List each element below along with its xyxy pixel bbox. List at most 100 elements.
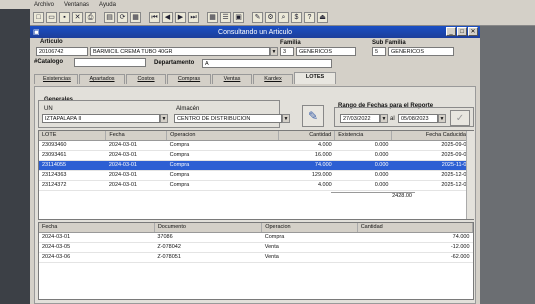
fecha-desde-field[interactable]: 27/03/2022 (340, 114, 380, 123)
delete-icon[interactable]: ✕ (72, 11, 83, 23)
detalle-row[interactable]: 2024-03-05 Z-078042 Venta -12.000 (39, 242, 473, 253)
col-fecha-caducidad[interactable]: Fecha Caducidad (391, 131, 473, 141)
window-icon: ▣ (33, 29, 40, 36)
menu-archivo[interactable]: Archivo (34, 2, 54, 8)
lote-row[interactable]: 23093461 2024-03-01 Compra 16.000 0.000 2025-… (39, 150, 473, 161)
caducidad-cell: 2025-09-01 (391, 140, 473, 151)
lote-row[interactable]: 23124372 2024-03-01 Compra 4.000 0.000 2025-1… (39, 180, 473, 191)
tab-kardex[interactable]: Kardex (253, 74, 293, 84)
existencia-cell: 0.000 (334, 170, 392, 181)
lote-row[interactable]: 23124363 2024-03-01 Compra 129.000 0.000 2025… (39, 170, 473, 181)
departamento-field[interactable]: A (202, 59, 332, 68)
detalle-row[interactable]: 2024-03-06 Z-078051 Venta -62.000 (39, 252, 473, 263)
lotes-table: LOTE Fecha Operacion Cantidad Existencia… (38, 130, 474, 220)
fecha-cell: 2024-03-01 (105, 160, 167, 171)
col-cantidad[interactable]: Cantidad (278, 131, 336, 141)
grid-icon[interactable]: ▦ (207, 11, 218, 23)
catalogo-field[interactable] (74, 58, 146, 67)
operacion-cell: Compra (166, 150, 279, 161)
familia-label: Familia (280, 40, 301, 46)
col-lote[interactable]: LOTE (39, 131, 107, 141)
det-fecha-cell: 2024-03-05 (39, 242, 155, 253)
subfamilia-name-field[interactable]: GENERICOS (388, 47, 454, 56)
det-documento-cell: Z-078042 (154, 242, 262, 253)
tab-costos[interactable]: Costos (126, 74, 166, 84)
calculator-icon[interactable]: ▦ (130, 11, 141, 23)
desktop-left-strip (0, 9, 30, 304)
menu-ventanas[interactable]: Ventanas (64, 2, 89, 8)
article-window: ▣ Consultando un Articulo _ □ ✕ Articulo… (30, 26, 480, 304)
tools-icon[interactable]: ⚙ (265, 11, 276, 23)
fecha-hasta-dropdown-icon[interactable]: ▼ (438, 114, 446, 123)
articulo-code-field[interactable]: 20106742 (36, 47, 88, 56)
next-record-icon[interactable]: ▶ (175, 11, 186, 23)
articulo-dropdown-icon[interactable]: ▼ (270, 47, 278, 56)
detalle-row[interactable]: 2024-03-01 37086 Compra 74.000 (39, 232, 473, 243)
toolbar: □ ▭ ▪ ✕ ⎙ ▤ ⟳ ▦ ⏮ ◀ ▶ ⏭ ▦ ☰ ▣ ✎ ⚙ ⌕ $ ? … (30, 9, 535, 26)
search-icon[interactable]: ⌕ (278, 11, 289, 23)
tab-compras[interactable]: Compras (167, 74, 211, 84)
col-det-cantidad[interactable]: Cantidad (357, 223, 473, 233)
caducidad-cell: 2025-12-01 (391, 180, 473, 191)
subfamilia-code-field[interactable]: 5 (372, 47, 386, 56)
det-fecha-cell: 2024-03-01 (39, 232, 155, 243)
almacen-dropdown-icon[interactable]: ▼ (282, 114, 290, 123)
new-icon[interactable]: □ (33, 11, 44, 23)
tab-ventas[interactable]: Ventas (212, 74, 252, 84)
save-icon[interactable]: ▪ (59, 11, 70, 23)
lote-row[interactable]: 23093460 2024-03-01 Compra 4.000 0.000 2025-0… (39, 140, 473, 151)
menu-ayuda[interactable]: Ayuda (99, 2, 116, 8)
col-det-fecha[interactable]: Fecha (39, 223, 155, 233)
form-icon[interactable]: ▣ (233, 11, 244, 23)
fecha-hasta-field[interactable]: 05/08/2023 (398, 114, 438, 123)
tab-existencias[interactable]: Existencias (34, 74, 78, 84)
fecha-desde-dropdown-icon[interactable]: ▼ (380, 114, 388, 123)
first-record-icon[interactable]: ⏮ (149, 11, 160, 23)
almacen-select[interactable]: CENTRO DE DISTRIBUCION (174, 114, 282, 123)
un-select[interactable]: IZTAPALAPA II (42, 114, 160, 123)
tab-apartados[interactable]: Apartados (79, 74, 125, 84)
print-icon[interactable]: ⎙ (85, 11, 96, 23)
col-fecha[interactable]: Fecha (105, 131, 168, 141)
close-button[interactable]: ✕ (468, 27, 478, 36)
check-icon[interactable]: ✓ (450, 110, 470, 126)
lote-cell: 23124372 (39, 180, 106, 191)
broom-icon[interactable]: ✎ (302, 105, 324, 127)
col-det-documento[interactable]: Documento (154, 223, 263, 233)
fecha-cell: 2024-03-01 (105, 180, 167, 191)
caducidad-cell: 2025-09-01 (391, 150, 473, 161)
tab-lotes[interactable]: LOTES (294, 72, 336, 84)
open-icon[interactable]: ▭ (46, 11, 57, 23)
articulo-name-field[interactable]: BARMICIL CREMA TUBO 40GR (90, 47, 270, 56)
existencia-cell: 0.000 (334, 160, 392, 171)
operacion-cell: Compra (166, 140, 279, 151)
last-record-icon[interactable]: ⏭ (188, 11, 199, 23)
window-titlebar: ▣ Consultando un Articulo _ □ ✕ (30, 26, 480, 38)
subfamilia-label: Sub Familia (372, 40, 406, 46)
exit-icon[interactable]: ⏏ (317, 11, 328, 23)
money-icon[interactable]: $ (291, 11, 302, 23)
familia-code-field[interactable]: 3 (280, 47, 294, 56)
un-dropdown-icon[interactable]: ▼ (160, 114, 168, 123)
edit-icon[interactable]: ✎ (252, 11, 263, 23)
col-operacion[interactable]: Operacion (166, 131, 279, 141)
lotes-scrollbar[interactable] (466, 131, 474, 219)
list-icon[interactable]: ☰ (220, 11, 231, 23)
maximize-button[interactable]: □ (457, 27, 467, 36)
document-icon[interactable]: ▤ (104, 11, 115, 23)
cantidad-cell: 129.000 (278, 170, 335, 181)
det-documento-cell: Z-078051 (154, 252, 262, 263)
det-cantidad-cell: -12.000 (357, 242, 473, 253)
familia-name-field[interactable]: GENERICOS (296, 47, 356, 56)
refresh-icon[interactable]: ⟳ (117, 11, 128, 23)
prev-record-icon[interactable]: ◀ (162, 11, 173, 23)
det-cantidad-cell: 74.000 (357, 232, 473, 243)
minimize-button[interactable]: _ (446, 27, 456, 36)
col-existencia[interactable]: Existencia (334, 131, 392, 141)
lote-row[interactable]: 23114055 2024-03-01 Compra 74.000 0.000 2025-… (39, 160, 473, 171)
caducidad-cell: 2025-11-01 (391, 160, 473, 171)
col-det-operacion[interactable]: Operacion (261, 223, 358, 233)
un-label: UN (44, 106, 53, 112)
det-operacion-cell: Compra (261, 232, 358, 243)
help-icon[interactable]: ? (304, 11, 315, 23)
